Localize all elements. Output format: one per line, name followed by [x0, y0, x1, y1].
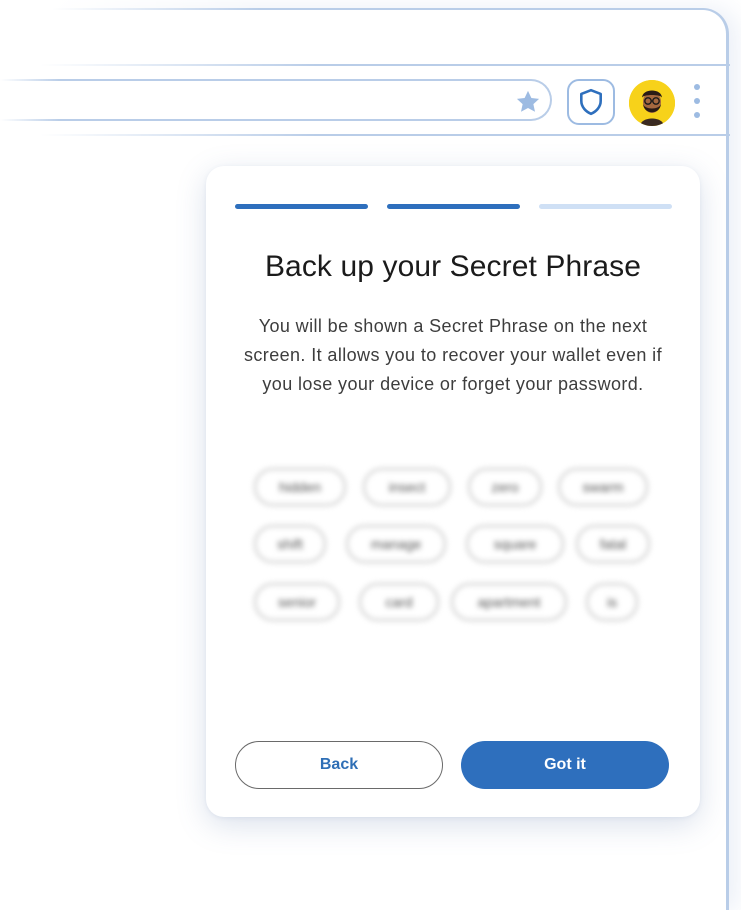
avatar-illustration: [629, 80, 675, 126]
toolbar-bottom-border: [40, 134, 730, 136]
wallet-extension-button[interactable]: [567, 79, 615, 125]
phrase-word-chip: swarm: [558, 468, 648, 506]
got-it-button[interactable]: Got it: [461, 741, 669, 789]
phrase-word-chip: fatal: [576, 525, 650, 563]
phrase-word-chip: shift: [254, 525, 326, 563]
page-title: Back up your Secret Phrase: [264, 250, 642, 283]
phrase-word-chip: manage: [346, 525, 446, 563]
phrase-word-chip: square: [466, 525, 564, 563]
phrase-word-chip: hidden: [254, 468, 346, 506]
toolbar-top-border: [40, 64, 730, 66]
avatar[interactable]: [629, 80, 675, 126]
more-vert-icon[interactable]: [690, 84, 704, 124]
address-bar[interactable]: [60, 79, 552, 121]
progress-indicator: [235, 204, 672, 209]
phrase-word-chip: is: [586, 583, 638, 621]
onboarding-popup: Back up your Secret Phrase You will be s…: [206, 166, 700, 817]
phrase-word-chip: card: [359, 583, 439, 621]
phrase-word-chip: apartment: [451, 583, 567, 621]
star-icon[interactable]: [514, 88, 542, 116]
phrase-word-chip: zero: [468, 468, 542, 506]
description-text: You will be shown a Secret Phrase on the…: [244, 316, 662, 394]
progress-step-3: [539, 204, 672, 209]
progress-step-1: [235, 204, 368, 209]
phrase-word-chip: senior: [254, 583, 340, 621]
shield-icon: [580, 88, 602, 116]
phrase-word-chip: insect: [363, 468, 451, 506]
back-button[interactable]: Back: [235, 741, 443, 789]
progress-step-2: [387, 204, 520, 209]
